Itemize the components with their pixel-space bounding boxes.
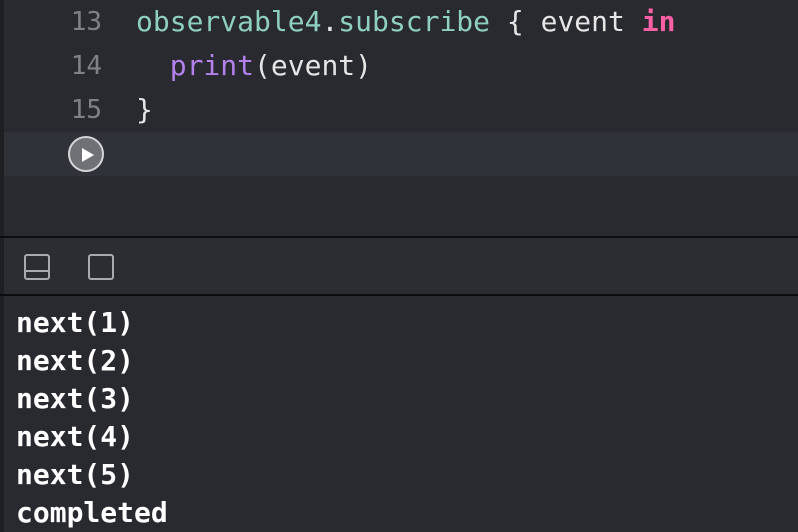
code-line-13[interactable]: 13 observable4.subscribe { event in [4,0,798,44]
console-line: next(3) [16,382,135,415]
closure-open: { event [490,5,642,38]
identifier-observable: observable4 [136,5,322,38]
line-number: 15 [70,95,102,125]
debug-toolbar [4,238,798,294]
console-line: next(4) [16,420,135,453]
function-print: print [169,49,255,82]
line-number: 13 [70,7,102,37]
line-number: 14 [70,51,102,81]
code-line-15[interactable]: 15 } [4,88,798,132]
toggle-console-button[interactable] [88,254,114,280]
console-panel-icon [88,254,114,280]
method-subscribe: subscribe [338,5,491,38]
hide-debug-area-button[interactable] [24,254,50,280]
console-line: next(1) [16,306,135,339]
console-line: next(2) [16,344,135,377]
call-arguments: (event) [254,49,373,82]
run-playground-button[interactable] [68,136,104,172]
console-line: next(5) [16,458,135,491]
keyword-in: in [641,5,676,38]
code-line-14[interactable]: 14 print(event) [4,44,798,88]
code-text[interactable]: observable4.subscribe { event in [136,0,675,44]
play-icon [82,148,94,162]
code-text[interactable]: } [136,88,153,132]
closure-close: } [136,93,153,126]
member-dot: . [321,5,339,38]
hide-debug-area-icon [24,254,50,280]
console-output[interactable]: next(1) next(2) next(3) next(4) next(5) … [4,296,798,532]
current-line-highlight[interactable] [4,132,798,176]
code-text[interactable]: print(event) [136,44,372,88]
console-line: completed [16,496,168,529]
source-editor[interactable]: 13 observable4.subscribe { event in 14 p… [4,0,798,236]
xcode-playground: 13 observable4.subscribe { event in 14 p… [0,0,798,532]
